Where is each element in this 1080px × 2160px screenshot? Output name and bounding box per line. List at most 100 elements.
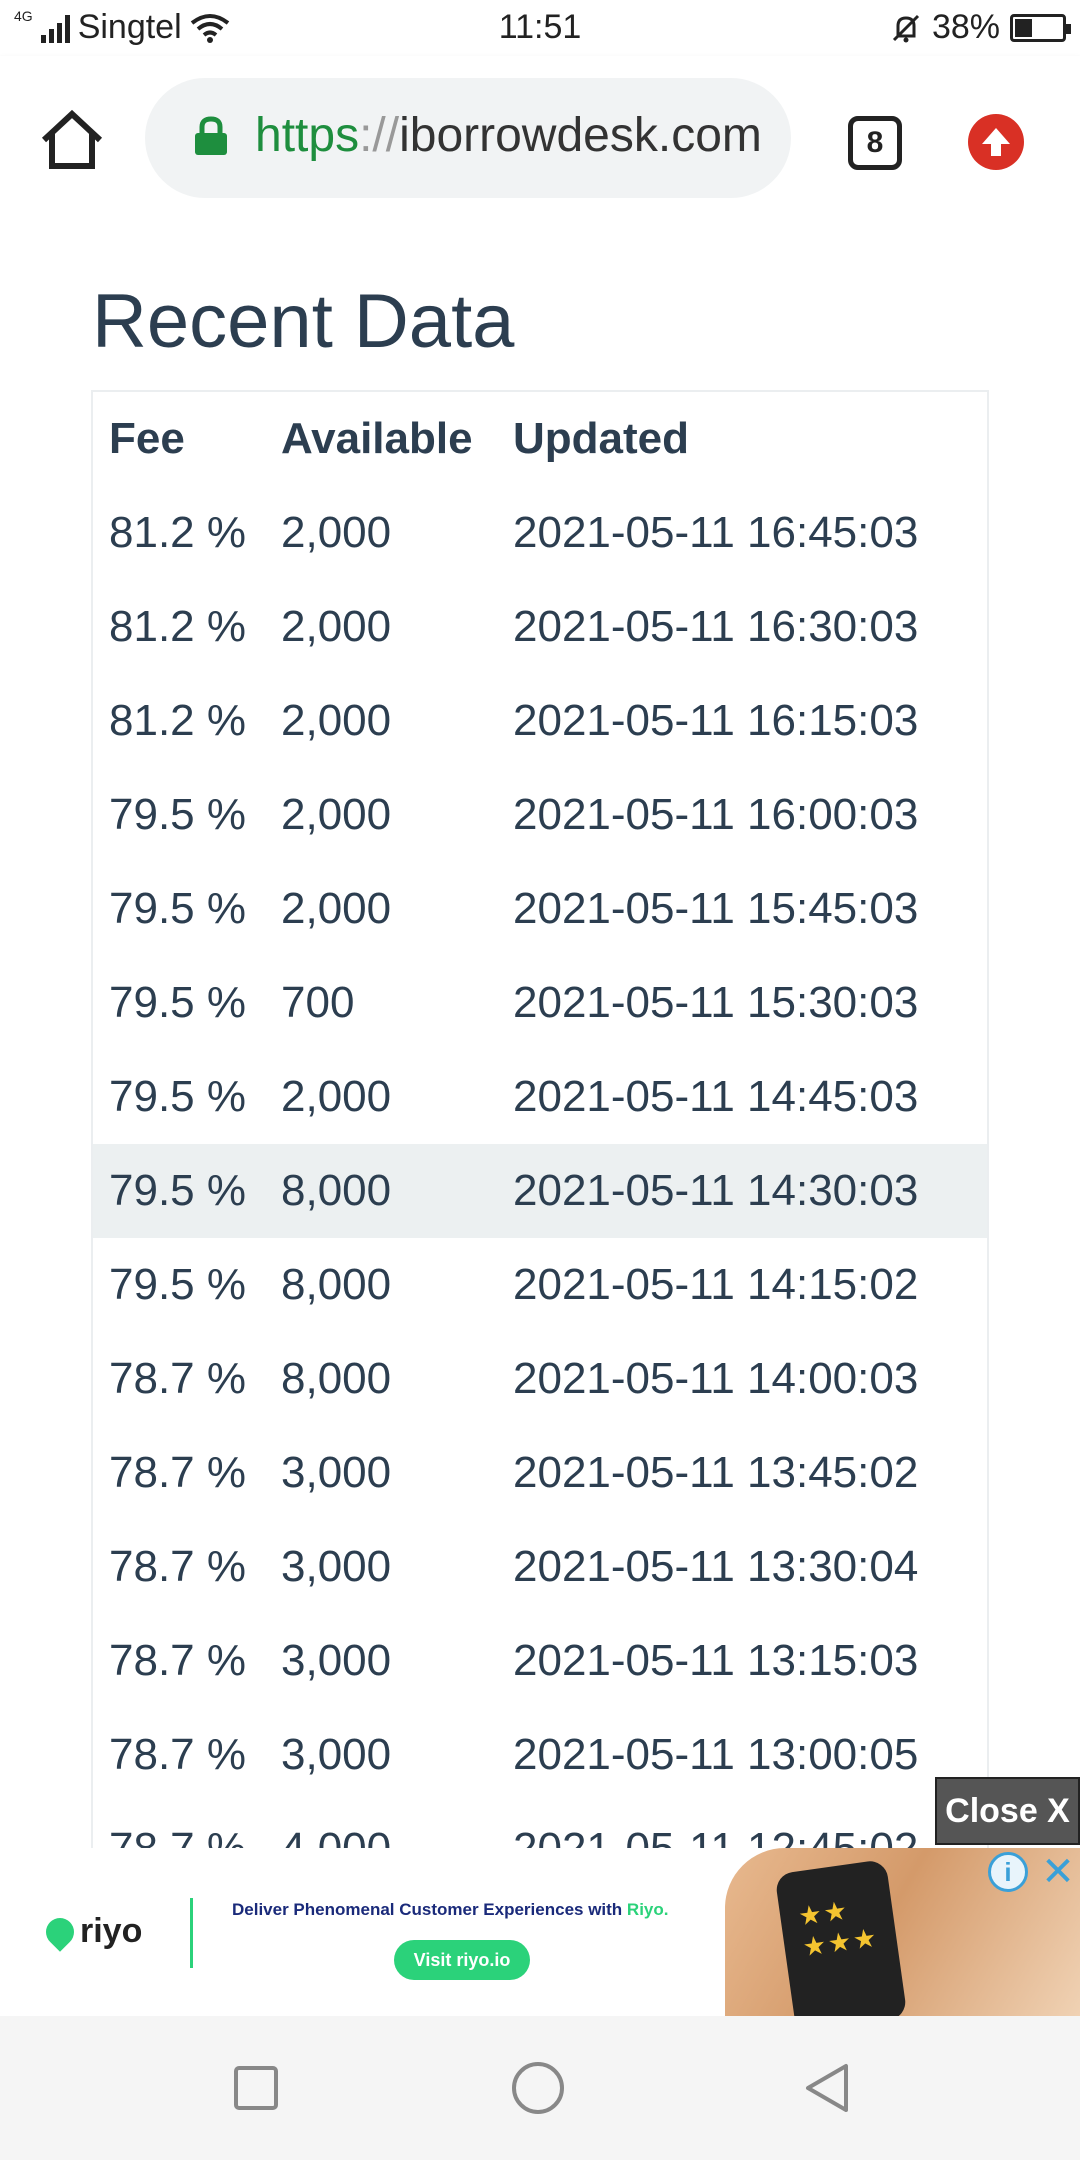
cell-available: 2,000 (281, 696, 392, 745)
cell-available: 2,000 (281, 508, 392, 557)
cell-available: 8,000 (281, 1260, 392, 1309)
cell-fee: 79.5 % (109, 790, 246, 839)
ad-info-icon[interactable]: i (988, 1852, 1028, 1892)
address-bar[interactable]: https://iborrowdesk.com (145, 78, 791, 198)
table-row: 79.5 % 2,000 2021-05-11 15:45:03 (93, 862, 987, 956)
ad-divider (190, 1898, 193, 1968)
cell-updated: 2021-05-11 14:45:03 (513, 1072, 919, 1121)
page-content: Recent Data Fee Available Updated 81.2 %… (0, 222, 1080, 1848)
cell-updated: 2021-05-11 16:00:03 (513, 790, 919, 839)
table-header-row: Fee Available Updated (93, 392, 987, 486)
cell-available: 2,000 (281, 1072, 392, 1121)
cell-available: 2,000 (281, 884, 392, 933)
home-icon[interactable] (38, 108, 106, 172)
cell-updated: 2021-05-11 16:15:03 (513, 696, 919, 745)
table-row: 78.7 % 3,000 2021-05-11 13:15:03 (93, 1614, 987, 1708)
cell-available: 4,000 (265, 1802, 497, 1848)
back-icon[interactable] (800, 2060, 856, 2116)
battery-level (1015, 18, 1033, 37)
lock-icon (195, 116, 227, 155)
cell-available: 8,000 (265, 1144, 497, 1238)
home-circle-icon[interactable] (510, 2060, 566, 2116)
battery-percent: 38% (931, 8, 1000, 46)
section-title: Recent Data (92, 279, 515, 364)
mute-bell-icon (892, 14, 919, 42)
cell-fee: 78.7 % (109, 1448, 246, 1497)
ad-headline-brand: Riyo. (626, 1900, 669, 1919)
status-bar: 4G Singtel 11:51 38% (0, 0, 1080, 56)
url-host: iborrowdesk.com (399, 109, 762, 162)
stars-icon: ★★ ★★★ (796, 1894, 881, 1963)
ad-banner[interactable]: riyo Deliver Phenomenal Customer Experie… (0, 1848, 1080, 2016)
table-body: 81.2 % 2,000 2021-05-11 16:45:03 81.2 % 2,00… (93, 486, 987, 1848)
cell-updated: 2021-05-11 14:00:03 (513, 1354, 919, 1403)
cell-fee: 81.2 % (109, 508, 246, 557)
navigation-bar (0, 2016, 1080, 2160)
cell-fee: 79.5 % (109, 1072, 246, 1121)
phone-illustration-icon: ★★ ★★★ (774, 1858, 908, 2016)
cell-updated: 2021-05-11 13:30:04 (513, 1542, 919, 1591)
cell-updated: 2021-05-11 16:30:03 (513, 602, 919, 651)
ad-brand: riyo (80, 1912, 143, 1950)
column-header-updated: Updated (513, 414, 689, 463)
ad-dismiss-icon[interactable]: ✕ (1036, 1850, 1080, 1894)
cell-available: 2,000 (281, 602, 392, 651)
close-ad-button[interactable]: Close X (935, 1777, 1080, 1845)
cell-available: 2,000 (281, 790, 392, 839)
table-row: 78.7 % 3,000 2021-05-11 13:30:04 (93, 1520, 987, 1614)
cell-updated: 2021-05-11 13:45:02 (513, 1448, 919, 1497)
cell-available: 700 (281, 978, 355, 1027)
cell-fee: 78.7 % (109, 1730, 246, 1779)
table-row: 81.2 % 2,000 2021-05-11 16:30:03 (93, 580, 987, 674)
cell-fee: 79.5 % (109, 978, 246, 1027)
cell-updated: 2021-05-11 12:45:02 (497, 1802, 987, 1848)
table-row: 78.7 %4,0002021-05-11 12:45:02 (93, 1802, 987, 1848)
cell-fee: 78.7 % (93, 1802, 265, 1848)
cell-fee: 78.7 % (109, 1636, 246, 1685)
cell-available: 3,000 (281, 1636, 392, 1685)
cell-fee: 81.2 % (109, 696, 246, 745)
recent-data-table: Fee Available Updated 81.2 % 2,000 2021-05… (91, 390, 989, 1848)
url-text: https://iborrowdesk.com (255, 108, 762, 163)
cell-fee: 79.5 % (109, 884, 246, 933)
status-right: 38% (890, 8, 1071, 47)
url-scheme: https (255, 109, 360, 162)
cell-updated: 2021-05-11 14:15:02 (513, 1260, 919, 1309)
cell-fee: 79.5 % (93, 1144, 265, 1238)
tabs-icon[interactable]: 8 (848, 116, 902, 170)
ad-cta-button[interactable]: Visit riyo.io (394, 1940, 530, 1980)
table-row: 81.2 % 2,000 2021-05-11 16:45:03 (93, 486, 987, 580)
cell-updated: 2021-05-11 15:30:03 (513, 978, 919, 1027)
ad-logo: riyo (40, 1911, 143, 1952)
cell-updated: 2021-05-11 13:15:03 (513, 1636, 919, 1685)
table-row: 79.5 % 8,000 2021-05-11 14:30:03 (93, 1144, 987, 1238)
cell-updated: 2021-05-11 16:45:03 (513, 508, 919, 557)
update-icon[interactable] (968, 114, 1024, 170)
battery-icon (1010, 13, 1071, 42)
table-row: 79.5 % 8,000 2021-05-11 14:15:02 (93, 1238, 987, 1332)
table-row: 78.7 % 3,000 2021-05-11 13:00:05 (93, 1708, 987, 1802)
cell-available: 3,000 (281, 1542, 392, 1591)
browser-toolbar: https://iborrowdesk.com 8 (0, 56, 1080, 222)
ad-headline-text: Deliver Phenomenal Customer Experiences … (232, 1900, 627, 1919)
cell-fee: 79.5 % (109, 1260, 246, 1309)
arrow-up-icon (982, 128, 1010, 156)
cell-available: 3,000 (281, 1448, 392, 1497)
cell-updated: 2021-05-11 15:45:03 (513, 884, 919, 933)
url-separator: :// (359, 109, 400, 162)
column-header-available: Available (281, 414, 473, 463)
cell-available: 3,000 (281, 1730, 392, 1779)
table-row: 78.7 % 8,000 2021-05-11 14:00:03 (93, 1332, 987, 1426)
table-row: 79.5 % 700 2021-05-11 15:30:03 (93, 956, 987, 1050)
table-row: 79.5 % 2,000 2021-05-11 14:45:03 (93, 1050, 987, 1144)
table-row: 81.2 % 2,000 2021-05-11 16:15:03 (93, 674, 987, 768)
table-row: 79.5 % 2,000 2021-05-11 16:00:03 (93, 768, 987, 862)
cell-fee: 78.7 % (109, 1354, 246, 1403)
recents-icon[interactable] (228, 2060, 284, 2116)
cell-updated: 2021-05-11 13:00:05 (513, 1730, 919, 1779)
table-row: 78.7 % 3,000 2021-05-11 13:45:02 (93, 1426, 987, 1520)
ad-headline: Deliver Phenomenal Customer Experiences … (232, 1900, 668, 1920)
data-table: Fee Available Updated 81.2 % 2,000 2021-05… (93, 392, 987, 1848)
cell-fee: 78.7 % (109, 1542, 246, 1591)
cell-available: 8,000 (281, 1354, 392, 1403)
